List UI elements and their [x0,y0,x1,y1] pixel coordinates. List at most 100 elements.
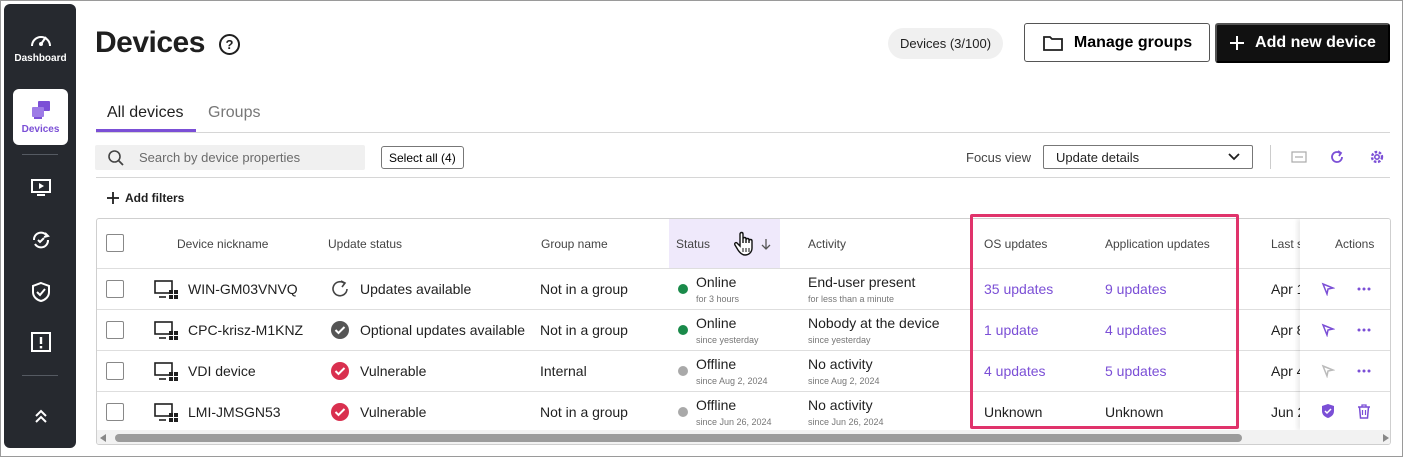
select-all-button[interactable]: Select all (4) [381,146,464,169]
row-checkbox[interactable] [106,321,124,339]
column-header-update-status[interactable]: Update status [328,219,402,268]
sidebar-item-label: Dashboard [14,53,67,64]
sidebar-item-remote[interactable] [13,172,68,204]
column-header-last-seen[interactable]: Last s [1271,219,1303,268]
updates-columns-highlight [970,214,1239,429]
manage-groups-label: Manage groups [1073,33,1193,51]
device-nickname[interactable]: VDI device [188,363,256,379]
row-divider [1300,309,1390,310]
column-header-group-name[interactable]: Group name [541,219,608,268]
row-divider [1300,350,1390,351]
device-nickname[interactable]: WIN-GM03VNVQ [188,281,298,297]
alert-icon [30,332,51,352]
row-checkbox[interactable] [106,280,124,298]
toolbar-divider-line [96,177,1390,178]
shield-icon [1322,404,1334,418]
add-filters-button[interactable]: Add filters [107,191,184,205]
row-checkbox[interactable] [106,403,124,421]
device-status: Offline [696,397,737,413]
column-header-activity[interactable]: Activity [808,219,846,268]
tab-groups[interactable]: Groups [208,104,260,122]
column-header-device-nickname[interactable]: Device nickname [177,219,268,268]
column-header-actions: Actions [1335,236,1375,251]
device-status: Online [696,274,737,290]
device-nickname[interactable]: CPC-krisz-M1KNZ [188,322,303,338]
sidebar-item-devices[interactable]: Devices [13,89,68,145]
refresh-icon [332,280,348,297]
sidebar-item-dashboard[interactable]: Dashboard [13,24,68,70]
more-options-button[interactable] [1356,281,1372,297]
chevron-down-icon [1228,153,1240,161]
activity-since: for less than a minute [808,294,895,304]
horizontal-scrollbar[interactable] [97,430,1390,444]
sidebar: Dashboard Devices [4,4,76,448]
windows-desktop-icon [154,321,178,340]
focus-view-select[interactable]: Update details [1043,145,1253,169]
update-status: Vulnerable [360,404,427,420]
status-since: since Aug 2, 2024 [696,376,768,386]
header-divider [1300,268,1390,269]
column-header-status[interactable]: Status [676,219,710,268]
focus-view-value: Update details [1056,149,1140,165]
device-activity: Nobody at the device [808,315,940,331]
sync-check-icon [32,231,50,249]
toolbar-divider [1270,145,1271,169]
remote-connect-button[interactable] [1320,322,1336,338]
remote-connect-button-disabled [1320,363,1336,379]
windows-desktop-icon [154,280,178,299]
help-icon[interactable]: ? [219,34,240,55]
vulnerable-icon [331,362,349,380]
scrollbar-thumb[interactable] [115,434,1242,442]
sort-descending-icon[interactable] [761,238,771,250]
more-horizontal-icon [1357,328,1371,332]
trash-icon [1358,403,1370,419]
activity-since: since Jun 26, 2024 [808,417,884,427]
remote-connect-button[interactable] [1320,281,1336,297]
device-nickname[interactable]: LMI-JMSGN53 [188,404,281,420]
sidebar-item-alerts[interactable] [13,326,68,358]
scroll-right-icon[interactable] [1382,434,1389,442]
status-dot [678,366,688,376]
windows-desktop-icon [154,403,178,422]
gear-icon [1370,150,1384,164]
activity-since: since yesterday [808,335,871,345]
monitor-play-icon [30,179,51,196]
activity-since: since Aug 2, 2024 [808,376,880,386]
tab-all-devices[interactable]: All devices [107,104,183,122]
device-status: Offline [696,356,737,372]
check-circle-icon [331,321,349,339]
shield-check-icon [31,281,50,303]
search-input[interactable]: Search by device properties [95,145,365,170]
row-checkbox[interactable] [106,362,124,380]
sidebar-divider [22,375,58,376]
select-all-checkbox[interactable] [106,234,124,252]
more-options-button[interactable] [1356,363,1372,379]
sidebar-item-updates[interactable] [13,224,68,256]
sidebar-item-label: Devices [21,124,60,135]
refresh-button[interactable] [1328,148,1346,166]
group-name: Not in a group [540,281,628,297]
sidebar-item-collapse[interactable] [13,400,68,432]
vulnerable-icon [331,403,349,421]
update-status: Optional updates available [360,322,526,338]
group-name: Not in a group [540,322,628,338]
settings-button[interactable] [1368,148,1386,166]
cursor-arrow-icon [1321,323,1335,337]
manage-groups-button[interactable]: Manage groups [1024,23,1210,62]
scroll-left-icon[interactable] [100,434,107,442]
column-resize-icon [1291,151,1307,163]
column-width-button[interactable] [1290,148,1308,166]
tabs-divider [96,132,1390,133]
status-dot [678,325,688,335]
add-new-device-button[interactable]: Add new device [1215,23,1390,63]
delete-button[interactable] [1356,403,1372,419]
devices-icon [31,101,50,119]
sidebar-item-security[interactable] [13,276,68,308]
more-options-button[interactable] [1356,322,1372,338]
page-title: Devices [95,26,205,59]
device-count-badge: Devices (3/100) [888,28,1004,59]
refresh-icon [1331,150,1343,163]
plus-icon [107,192,119,204]
update-status: Updates available [360,281,472,297]
security-button[interactable] [1320,403,1336,419]
